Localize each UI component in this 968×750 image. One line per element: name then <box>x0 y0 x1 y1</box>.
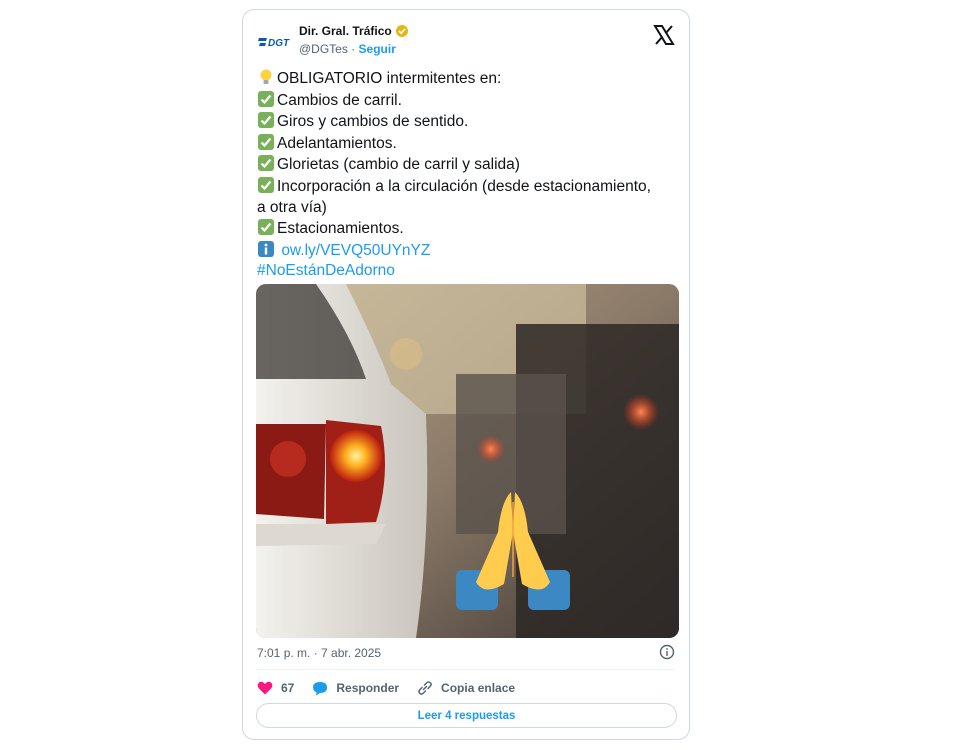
copy-link-button[interactable]: Copia enlace <box>417 680 515 696</box>
author-name[interactable]: Dir. Gral. Tráfico <box>299 24 392 38</box>
check-icon <box>257 176 275 194</box>
reply-bubble-icon <box>313 681 328 695</box>
tweet-line: Giros y cambios de sentido. <box>257 111 677 133</box>
tweet-link-line: ow.ly/VEVQ50UYnYZ <box>257 240 677 262</box>
tweet-link[interactable]: ow.ly/VEVQ50UYnYZ <box>281 242 430 259</box>
verified-badge-icon <box>395 25 408 37</box>
tweet-media-image[interactable] <box>256 284 679 638</box>
check-icon <box>257 218 275 236</box>
tweet-line: Incorporación a la circulación (desde es… <box>257 176 677 198</box>
hashtag-link[interactable]: #NoEstánDeAdorno <box>257 262 395 279</box>
tweet-header: DGT Dir. Gral. Tráfico @DGTes · Seguir <box>257 22 675 62</box>
info-icon <box>257 240 275 258</box>
author-handle-row: @DGTes · Seguir <box>299 42 396 56</box>
divider <box>257 669 675 670</box>
read-replies-button[interactable]: Leer 4 respuestas <box>256 703 677 728</box>
tweet-line: Glorietas (cambio de carril y salida) <box>257 154 677 176</box>
reply-label: Responder <box>336 681 400 695</box>
svg-text:DGT: DGT <box>268 38 290 49</box>
tweet-line: Adelantamientos. <box>257 133 677 155</box>
bulb-icon <box>257 68 275 86</box>
link-icon <box>418 681 432 695</box>
tweet-line: Estacionamientos. <box>257 218 677 240</box>
tweet-embed-card: DGT Dir. Gral. Tráfico @DGTes · Seguir O… <box>242 9 690 740</box>
separator: · <box>351 42 356 56</box>
tweet-timestamp[interactable]: 7:01 p. m. · 7 abr. 2025 <box>257 646 381 660</box>
tweet-line: Cambios de carril. <box>257 90 677 112</box>
reply-button[interactable]: Responder <box>312 681 399 696</box>
check-icon <box>257 133 275 151</box>
info-circle-icon[interactable] <box>659 644 675 660</box>
copy-link-label: Copia enlace <box>441 681 516 695</box>
check-icon <box>257 90 275 108</box>
tweet-actions: 67 Responder Copia enlace <box>257 676 533 700</box>
tweet-hashtag-line: #NoEstánDeAdorno <box>257 261 677 282</box>
like-count: 67 <box>281 681 295 695</box>
tweet-line: a otra vía) <box>257 198 327 216</box>
like-button[interactable]: 67 <box>257 681 294 695</box>
heart-icon <box>257 681 273 695</box>
follow-button[interactable]: Seguir <box>359 42 396 56</box>
check-icon <box>257 111 275 129</box>
x-logo-icon[interactable] <box>653 24 675 46</box>
tweet-line: OBLIGATORIO intermitentes en: <box>257 68 677 90</box>
tweet-text: OBLIGATORIO intermitentes en: Cambios de… <box>257 68 677 282</box>
author-handle[interactable]: @DGTes <box>299 42 348 56</box>
dgt-logo[interactable]: DGT <box>257 30 293 54</box>
check-icon <box>257 154 275 172</box>
